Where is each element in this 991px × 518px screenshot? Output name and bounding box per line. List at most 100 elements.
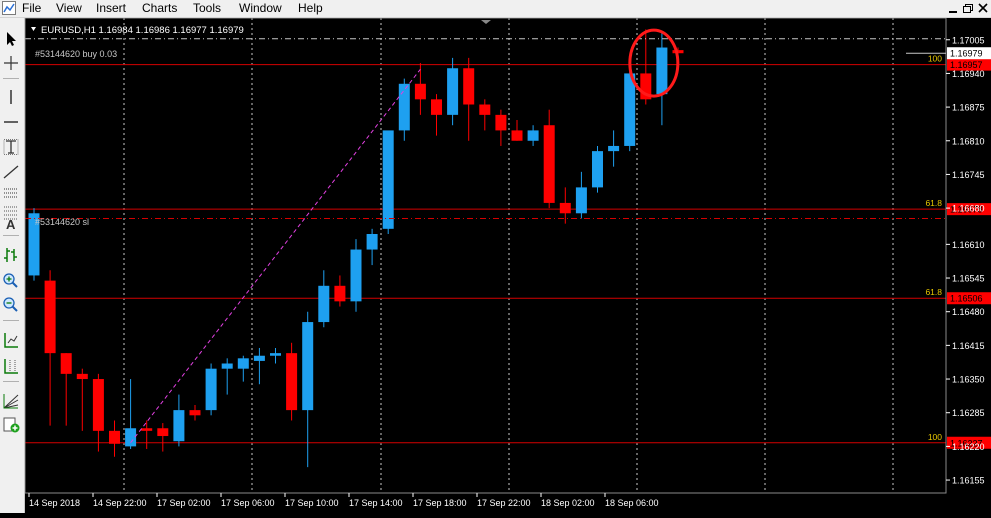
candle[interactable] (334, 275, 346, 307)
drawing-toolbar: A (0, 18, 25, 513)
candle[interactable] (76, 368, 88, 431)
candle-body (205, 368, 217, 411)
price-chart[interactable]: 100 61.8 61.8 100 1.16957 1.16678 1.16506 1.16… (24, 17, 991, 513)
menu-file[interactable]: File (22, 1, 41, 15)
candle[interactable] (44, 270, 56, 426)
candle[interactable] (318, 270, 330, 328)
menu-view[interactable]: View (56, 1, 82, 15)
price-tick-label: 1.16285 (952, 408, 985, 418)
crosshair-icon[interactable] (1, 54, 21, 72)
candle-body (414, 83, 426, 100)
candle[interactable] (60, 353, 72, 426)
candle[interactable] (237, 355, 249, 382)
candle[interactable] (543, 109, 555, 209)
time-tick-label: 17 Sep 14:00 (349, 498, 403, 508)
app-chart-icon[interactable] (2, 1, 16, 15)
dropdown-triangle-icon[interactable] (31, 27, 36, 31)
cursor-icon[interactable] (1, 30, 21, 48)
candle-body (173, 410, 185, 442)
menu-charts[interactable]: Charts (142, 1, 177, 15)
zoom-in-icon[interactable] (1, 272, 21, 290)
fib-level-label: 100 (928, 432, 942, 442)
candle[interactable] (511, 120, 523, 141)
candle-body (141, 428, 153, 431)
candle[interactable] (398, 78, 410, 141)
candle[interactable] (221, 358, 233, 395)
candle-body (656, 47, 668, 95)
menu-help[interactable]: Help (298, 1, 323, 15)
fib-level-label: 61.8 (925, 198, 942, 208)
candle-body (76, 373, 88, 380)
candle[interactable] (205, 363, 217, 416)
horizontal-line-icon[interactable] (1, 113, 21, 131)
candle[interactable] (495, 109, 507, 146)
candle[interactable] (608, 130, 620, 167)
candle-body (60, 353, 72, 374)
menu-tools[interactable]: Tools (193, 1, 221, 15)
candle[interactable] (173, 394, 185, 447)
candle[interactable] (302, 311, 314, 468)
trendline-icon[interactable] (1, 163, 21, 181)
price-tick-label: 1.16545 (952, 274, 985, 284)
minimize-icon[interactable] (946, 2, 960, 15)
candle[interactable] (447, 57, 459, 126)
text-label-icon[interactable] (1, 138, 21, 156)
time-tick-label: 18 Sep 06:00 (605, 498, 659, 508)
candle-body (189, 410, 201, 416)
candle[interactable] (575, 171, 587, 219)
zoom-out-icon[interactable] (1, 296, 21, 314)
time-axis: 14 Sep 2018 14 Sep 22:00 17 Sep 02:00 17 Se… (28, 493, 659, 508)
chart-canvas[interactable]: 100 61.8 61.8 100 1.169571.166781.165061.16… (24, 17, 991, 513)
menu-insert[interactable]: Insert (96, 1, 126, 15)
candle-body (366, 234, 378, 250)
candle[interactable] (92, 373, 104, 452)
candle[interactable] (253, 347, 265, 385)
trendline[interactable] (130, 68, 421, 444)
candle-body (125, 428, 137, 447)
text-icon[interactable]: A (1, 214, 21, 232)
candle[interactable] (592, 145, 603, 193)
candle[interactable] (366, 228, 378, 266)
chart-bars-icon[interactable] (1, 246, 21, 264)
fibonacci-fan-icon[interactable] (1, 392, 21, 410)
fib-level-label: 61.8 (925, 287, 942, 297)
shift-marker-icon[interactable] (481, 20, 491, 24)
candle[interactable] (270, 347, 281, 364)
time-tick-label: 17 Sep 22:00 (477, 498, 531, 508)
candle-body (511, 130, 523, 141)
equidistant-channel-icon[interactable] (1, 184, 21, 202)
candle[interactable] (463, 57, 475, 141)
candle-body (318, 285, 330, 323)
candle[interactable] (109, 420, 120, 457)
time-tick-label: 17 Sep 10:00 (285, 498, 339, 508)
candle-body (109, 430, 120, 444)
candle[interactable] (527, 125, 539, 146)
candle[interactable] (286, 342, 298, 421)
candle[interactable] (189, 404, 201, 421)
period-separators-icon[interactable] (1, 357, 21, 375)
tile-windows-icon[interactable] (1, 331, 21, 349)
candle[interactable] (125, 379, 137, 449)
time-tick-label: 14 Sep 2018 (29, 498, 80, 508)
candles (28, 29, 684, 468)
candle[interactable] (414, 63, 426, 115)
restore-icon[interactable] (961, 2, 975, 15)
candle[interactable] (431, 94, 442, 136)
candle-body (431, 99, 442, 115)
vertical-line-icon[interactable] (1, 88, 21, 106)
candle[interactable] (656, 31, 668, 126)
price-tick-label: 1.16610 (952, 240, 985, 250)
candle[interactable] (479, 99, 491, 131)
price-tick-label: 1.16155 (952, 476, 985, 486)
chart-grid (123, 18, 894, 493)
current-price-label: 1.16979 (950, 49, 983, 59)
menu-window[interactable]: Window (239, 1, 282, 15)
new-order-icon[interactable] (1, 416, 21, 434)
price-tick-label: 1.16415 (952, 341, 985, 351)
symbol-header: EURUSD,H1 1.16984 1.16986 1.16977 1.1697… (41, 25, 244, 36)
candle[interactable] (141, 420, 153, 449)
close-icon[interactable] (976, 2, 990, 15)
candle[interactable] (624, 63, 636, 152)
candle[interactable] (350, 239, 362, 312)
candle[interactable] (157, 423, 169, 452)
